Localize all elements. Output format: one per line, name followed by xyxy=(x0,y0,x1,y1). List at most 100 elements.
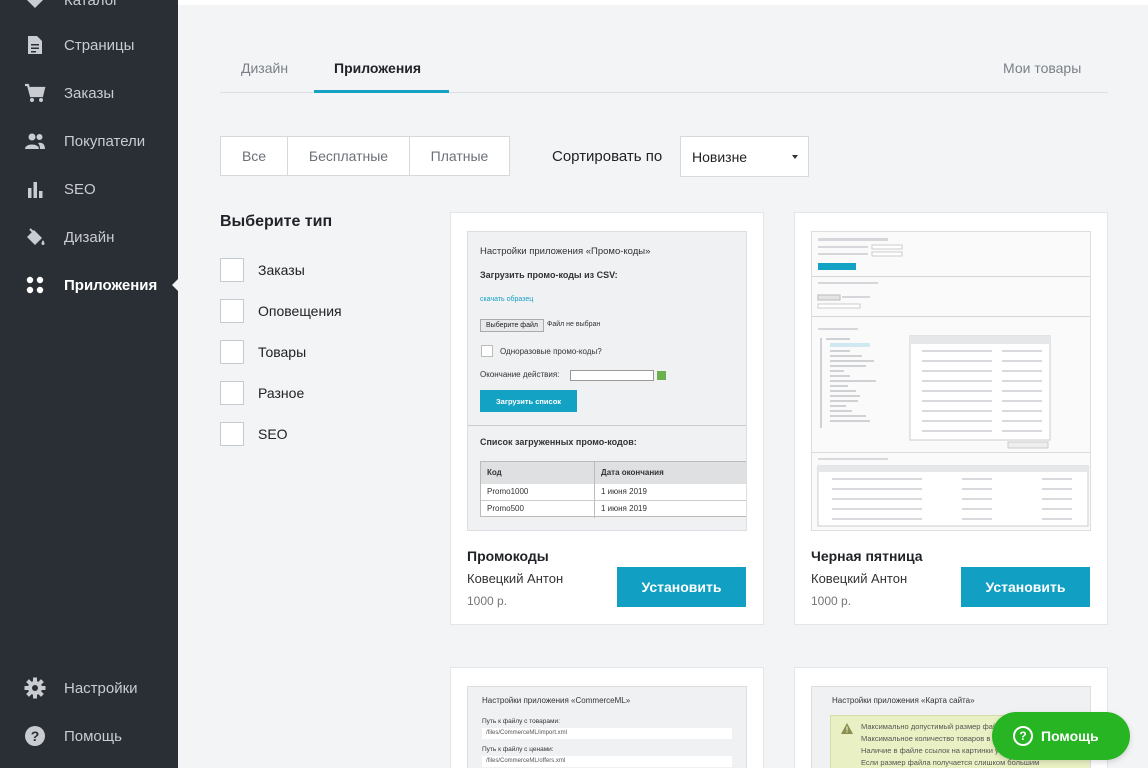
tabs: Дизайн Приложения Мои товары xyxy=(220,50,1108,93)
type-filter-title: Выберите тип xyxy=(220,213,333,230)
sidebar-item-seo[interactable]: SEO xyxy=(0,169,178,209)
apps-grid-icon xyxy=(24,274,46,296)
sort-select-value: Новизне xyxy=(692,148,748,165)
preview-table-cell: 1 июня 2019 xyxy=(601,487,647,496)
checkbox-label: Оповещения xyxy=(258,303,342,319)
filter-free-button[interactable]: Бесплатные xyxy=(288,137,410,175)
install-button[interactable]: Установить xyxy=(961,567,1090,607)
sidebar: Каталог Страницы Заказы Покупатели SEO Д… xyxy=(0,0,179,768)
tab-design[interactable]: Дизайн xyxy=(241,60,288,76)
preview-file-status: Файл не выбран xyxy=(547,321,601,328)
sidebar-item-label: Дизайн xyxy=(64,228,115,246)
preview-warning-line: Наличие в файле ссылок на картинки у xyxy=(861,746,999,755)
checkbox[interactable] xyxy=(220,299,244,323)
divider xyxy=(468,425,746,426)
sidebar-item-label: Помощь xyxy=(64,727,122,745)
app-card-black-friday[interactable]: Черная пятница Ковецкий Антон 1000 р. Ус… xyxy=(794,212,1108,625)
preview-label: Путь к файлу с ценами: xyxy=(482,746,554,753)
calendar-icon xyxy=(657,371,666,380)
preview-checkbox xyxy=(481,345,493,357)
question-icon: ? xyxy=(1013,726,1033,746)
sidebar-item-apps[interactable]: Приложения xyxy=(0,265,179,305)
tag-icon xyxy=(24,0,46,11)
preview-heading: Настройки приложения «CommerceML» xyxy=(482,696,631,705)
checkbox-label: Разное xyxy=(258,385,305,401)
sidebar-item-pages[interactable]: Страницы xyxy=(0,25,178,65)
preview-value: /files/CommerceML/offers.xml xyxy=(482,756,732,767)
type-checkbox-seo[interactable]: SEO xyxy=(220,422,288,446)
preview-warning-line: Максимальное количество товаров в од xyxy=(861,734,1001,743)
sidebar-item-orders[interactable]: Заказы xyxy=(0,73,178,113)
sidebar-item-help[interactable]: ? Помощь xyxy=(0,716,178,756)
help-label: Помощь xyxy=(1041,728,1099,744)
app-title: Черная пятница xyxy=(811,548,923,564)
price-filter-group: Все Бесплатные Платные xyxy=(220,136,510,176)
type-checkbox-products[interactable]: Товары xyxy=(220,340,306,364)
preview-checkbox-label: Одноразовые промо-коды? xyxy=(500,347,602,356)
type-checkbox-orders[interactable]: Заказы xyxy=(220,258,305,282)
bar-chart-icon xyxy=(24,178,46,200)
checkbox[interactable] xyxy=(220,422,244,446)
preview-file-button: Выберите файл xyxy=(480,319,544,332)
app-price: 1000 р. xyxy=(811,594,852,608)
preview-table: Код Дата окончания Promo1000 1 июня 2019… xyxy=(480,461,746,518)
sidebar-item-settings[interactable]: Настройки xyxy=(0,668,178,708)
preview-heading: Настройки приложения «Карта сайта» xyxy=(832,696,975,705)
paint-bucket-icon xyxy=(24,226,46,248)
app-title: Промокоды xyxy=(467,548,549,564)
preview-download-link: скачать образец xyxy=(480,296,534,303)
sidebar-item-customers[interactable]: Покупатели xyxy=(0,121,178,161)
preview-table-cell: 1 июня 2019 xyxy=(601,504,647,513)
app-author: Ковецкий Антон xyxy=(467,571,564,586)
sidebar-item-label: Приложения xyxy=(64,276,158,294)
install-button[interactable]: Установить xyxy=(617,567,746,607)
app-preview-screenshot: Настройки приложения «CommerceML» Путь к… xyxy=(467,686,747,768)
app-preview-screenshot xyxy=(811,231,1091,531)
app-card-promocodes[interactable]: Настройки приложения «Промо-коды» Загруз… xyxy=(450,212,764,625)
checkbox[interactable] xyxy=(220,340,244,364)
sidebar-item-label: Настройки xyxy=(64,679,138,697)
sort-select[interactable]: Новизне xyxy=(680,136,809,177)
sidebar-item-label: Страницы xyxy=(64,36,135,54)
type-checkbox-misc[interactable]: Разное xyxy=(220,381,304,405)
preview-upload-button: Загрузить список xyxy=(480,390,577,412)
help-chat-button[interactable]: ? Помощь xyxy=(992,712,1130,760)
app-author: Ковецкий Антон xyxy=(811,571,908,586)
type-checkbox-notifications[interactable]: Оповещения xyxy=(220,299,342,323)
tab-apps[interactable]: Приложения xyxy=(334,60,421,76)
sidebar-item-catalog[interactable]: Каталог xyxy=(0,0,178,20)
preview-value: /files/CommerceML/import.xml xyxy=(482,728,732,739)
sidebar-item-label: SEO xyxy=(64,180,96,198)
sidebar-item-design[interactable]: Дизайн xyxy=(0,217,178,257)
checkbox[interactable] xyxy=(220,381,244,405)
preview-label: Путь к файлу с товарами: xyxy=(482,718,560,725)
document-icon xyxy=(24,34,46,56)
preview-table-cell: Promo1000 xyxy=(487,487,529,496)
chevron-down-icon xyxy=(792,155,798,159)
preview-list-title: Список загруженных промо-кодов: xyxy=(480,437,637,447)
users-icon xyxy=(24,130,46,152)
app-card-commerceml[interactable]: Настройки приложения «CommerceML» Путь к… xyxy=(450,667,764,768)
sidebar-item-label: Покупатели xyxy=(64,132,146,150)
svg-text:?: ? xyxy=(31,728,40,744)
preview-warning-line: Максимально допустимый размер файла xyxy=(861,722,1006,731)
filter-all-button[interactable]: Все xyxy=(221,137,288,175)
sidebar-item-label: Заказы xyxy=(64,84,115,102)
preview-table-header: Код xyxy=(487,468,502,477)
active-tab-indicator xyxy=(314,90,449,93)
checkbox[interactable] xyxy=(220,258,244,282)
filter-paid-button[interactable]: Платные xyxy=(410,137,509,175)
gear-icon xyxy=(24,677,46,699)
sidebar-item-label: Каталог xyxy=(64,0,119,9)
tab-my-products[interactable]: Мои товары xyxy=(1003,60,1081,76)
preview-heading: Настройки приложения «Промо-коды» xyxy=(480,246,651,257)
preview-upload-title: Загрузить промо-коды из CSV: xyxy=(480,270,618,280)
top-bar xyxy=(178,0,1148,5)
preview-illegible-content xyxy=(812,238,1090,527)
preview-date-input xyxy=(570,370,654,381)
preview-table-cell: Promo500 xyxy=(487,504,524,513)
sort-label: Сортировать по xyxy=(552,148,663,165)
warning-icon xyxy=(841,723,853,734)
app-price: 1000 р. xyxy=(467,594,508,608)
preview-end-label: Окончание действия: xyxy=(480,370,560,379)
